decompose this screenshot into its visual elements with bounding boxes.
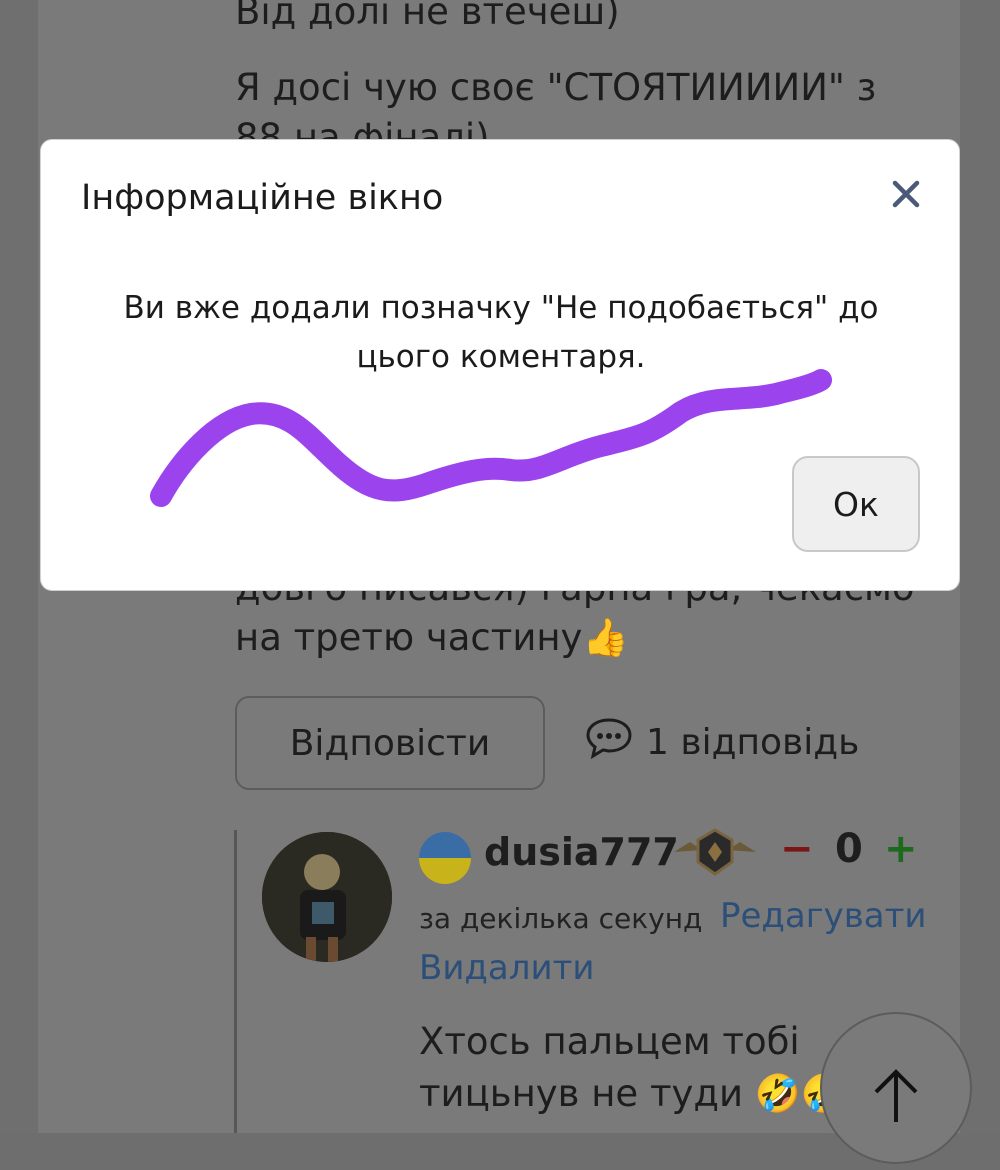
info-modal: Інформаційне вікно Ви вже додали позначк… bbox=[40, 139, 960, 591]
avatar[interactable] bbox=[262, 832, 392, 962]
comment-text-line: Я досі чую своє "СТОЯТИИИИИ" з bbox=[235, 66, 877, 109]
close-icon[interactable] bbox=[886, 174, 926, 214]
reply-text-line: Хтось пальцем тобі bbox=[419, 1020, 800, 1063]
upvote-button[interactable]: + bbox=[884, 826, 918, 872]
downvote-button[interactable]: − bbox=[780, 826, 814, 872]
rank-badge-icon bbox=[672, 826, 758, 882]
thread-line bbox=[234, 830, 237, 1133]
reply-username[interactable]: dusia777 bbox=[484, 830, 679, 874]
ok-button[interactable]: Ок bbox=[792, 456, 920, 552]
comment-text-line: Від долі не втечеш) bbox=[235, 0, 620, 33]
modal-message: Ви вже додали позначку "Не подобається" … bbox=[123, 290, 879, 375]
scroll-to-top-button[interactable] bbox=[820, 1012, 972, 1164]
edit-link[interactable]: Редагувати bbox=[720, 896, 927, 936]
replies-toggle[interactable]: 1 відповідь bbox=[584, 716, 859, 769]
comment-text-line: на третю частину👍 bbox=[235, 616, 629, 659]
delete-link[interactable]: Видалити bbox=[419, 948, 595, 988]
reply-timestamp: за декілька секунд bbox=[419, 902, 703, 935]
reply-text-line: тицьнув не туди 🤣🤣 bbox=[419, 1072, 847, 1115]
replies-count-label: 1 відповідь bbox=[646, 722, 860, 763]
reply-button[interactable]: Відповісти bbox=[235, 696, 545, 790]
vote-count: 0 bbox=[835, 826, 863, 872]
arrow-up-icon bbox=[874, 1069, 918, 1122]
comment-bubble-icon bbox=[584, 716, 634, 769]
ukraine-flag-icon bbox=[419, 832, 471, 884]
modal-title: Інформаційне вікно bbox=[81, 178, 444, 218]
